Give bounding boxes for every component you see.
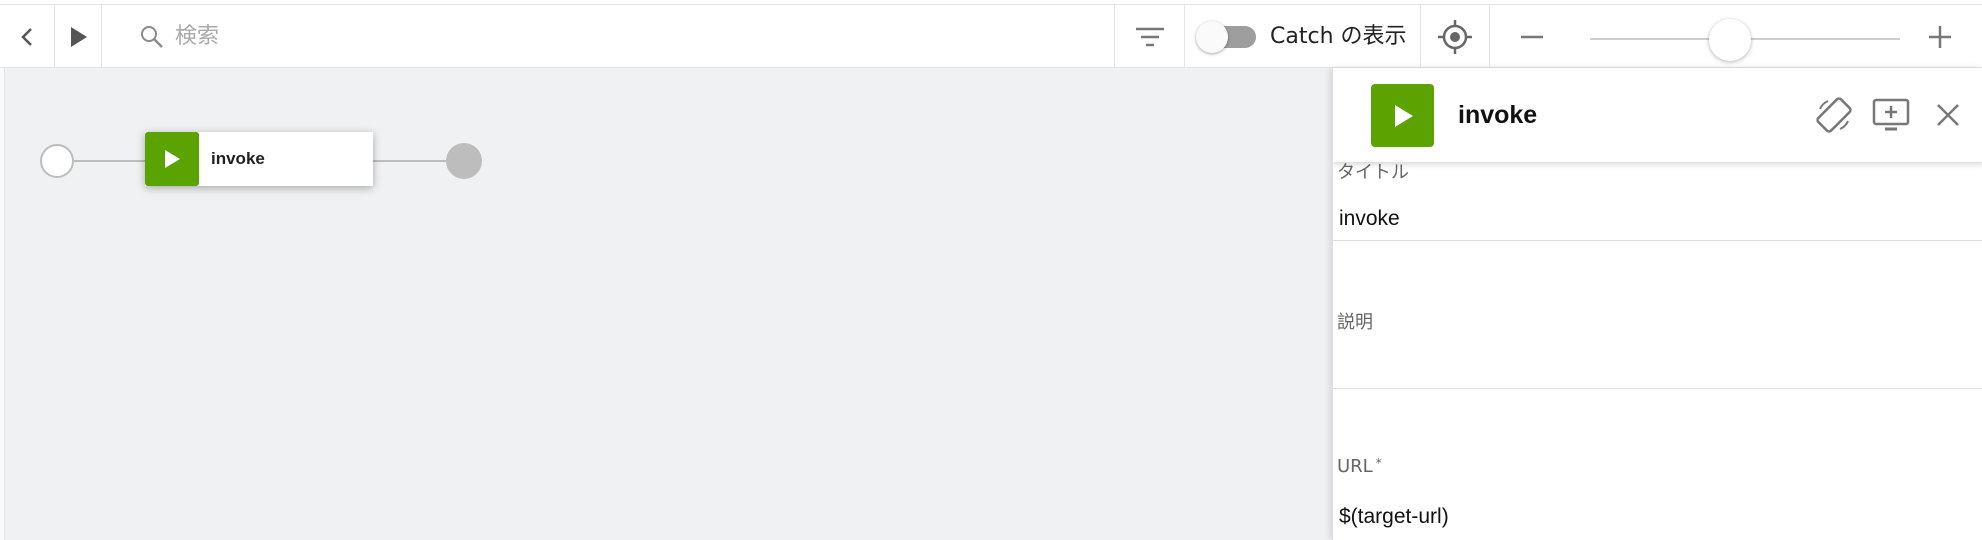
run-button[interactable]	[55, 5, 101, 68]
play-icon	[165, 150, 180, 168]
description-field-label: 説明	[1337, 312, 1373, 333]
url-field[interactable]: $(target-url)	[1339, 505, 1449, 529]
title-field[interactable]: invoke	[1339, 207, 1400, 231]
filter-button[interactable]	[1115, 5, 1184, 68]
field-divider	[1333, 388, 1982, 389]
close-icon	[1937, 104, 1959, 126]
url-label-text: URL	[1337, 456, 1373, 477]
catch-toggle[interactable]	[1196, 21, 1256, 53]
task-icon	[145, 132, 199, 186]
flow-connector	[372, 160, 448, 162]
toolbar-divider	[1184, 5, 1185, 68]
zoom-in-button[interactable]	[1918, 5, 1962, 68]
panel-title: invoke	[1458, 101, 1538, 129]
play-icon	[1394, 104, 1413, 127]
start-node[interactable]	[40, 144, 74, 178]
minus-icon	[1521, 35, 1543, 38]
task-node-invoke[interactable]: invoke	[145, 132, 373, 186]
rotate-panel-button[interactable]	[1813, 94, 1855, 136]
chevron-left-icon	[21, 27, 32, 46]
catch-toggle-label: Catch の表示	[1270, 24, 1407, 49]
add-to-screen-icon	[1872, 98, 1910, 131]
zoom-out-button[interactable]	[1510, 5, 1554, 68]
locate-button[interactable]	[1421, 5, 1489, 68]
search-bar	[101, 5, 1114, 68]
add-to-screen-button[interactable]	[1870, 94, 1912, 136]
properties-panel: invoke タイトル invoke 説明 URL * $(target-url…	[1332, 68, 1982, 540]
close-panel-button[interactable]	[1927, 94, 1969, 136]
target-icon	[1438, 19, 1472, 54]
toolbar-divider	[1489, 5, 1490, 68]
filter-icon	[1135, 27, 1164, 46]
plus-icon	[1929, 25, 1951, 48]
toggle-knob[interactable]	[1196, 21, 1228, 53]
panel-header: invoke	[1333, 68, 1982, 162]
field-divider	[1333, 240, 1982, 241]
search-icon	[139, 24, 165, 50]
play-icon	[71, 26, 87, 47]
toolbar: Catch の表示	[0, 4, 1982, 68]
url-field-label: URL *	[1337, 456, 1382, 477]
required-mark: *	[1375, 456, 1382, 470]
search-input[interactable]	[175, 24, 775, 49]
task-label: invoke	[211, 149, 265, 168]
flow-connector	[74, 160, 146, 162]
screen-rotation-icon	[1816, 97, 1852, 133]
panel-task-icon	[1371, 84, 1434, 147]
end-node[interactable]	[446, 143, 482, 179]
zoom-slider-thumb[interactable]	[1709, 19, 1751, 61]
back-button[interactable]	[0, 5, 54, 68]
